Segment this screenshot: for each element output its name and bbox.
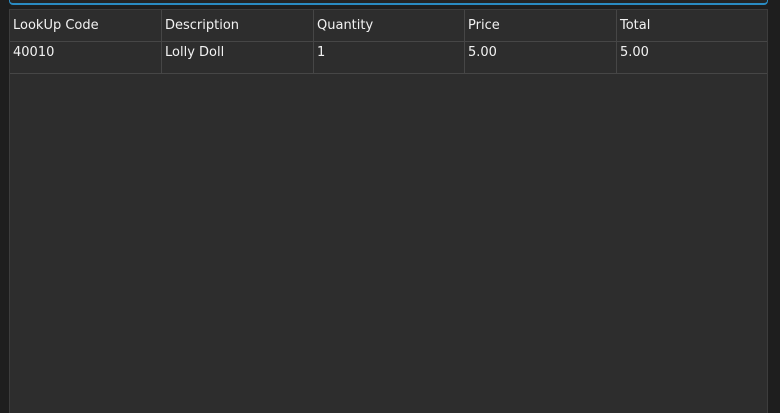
cell-total[interactable]: 5.00 xyxy=(617,42,767,73)
column-header-price[interactable]: Price xyxy=(465,10,617,41)
column-header-total[interactable]: Total xyxy=(617,10,767,41)
column-header-lookup-code[interactable]: LookUp Code xyxy=(10,10,162,41)
grid-header-row: LookUp Code Description Quantity Price T… xyxy=(10,10,767,42)
cell-price[interactable]: 5.00 xyxy=(465,42,617,73)
line-items-grid[interactable]: LookUp Code Description Quantity Price T… xyxy=(9,9,768,413)
table-row[interactable]: 40010 Lolly Doll 1 5.00 5.00 xyxy=(10,42,767,74)
cell-quantity[interactable]: 1 xyxy=(314,42,465,73)
cell-lookup-code[interactable]: 40010 xyxy=(10,42,162,73)
cell-description[interactable]: Lolly Doll xyxy=(162,42,314,73)
app-window: LookUp Code Description Quantity Price T… xyxy=(0,0,780,413)
column-header-description[interactable]: Description xyxy=(162,10,314,41)
top-panel-edge xyxy=(9,0,768,5)
column-header-quantity[interactable]: Quantity xyxy=(314,10,465,41)
